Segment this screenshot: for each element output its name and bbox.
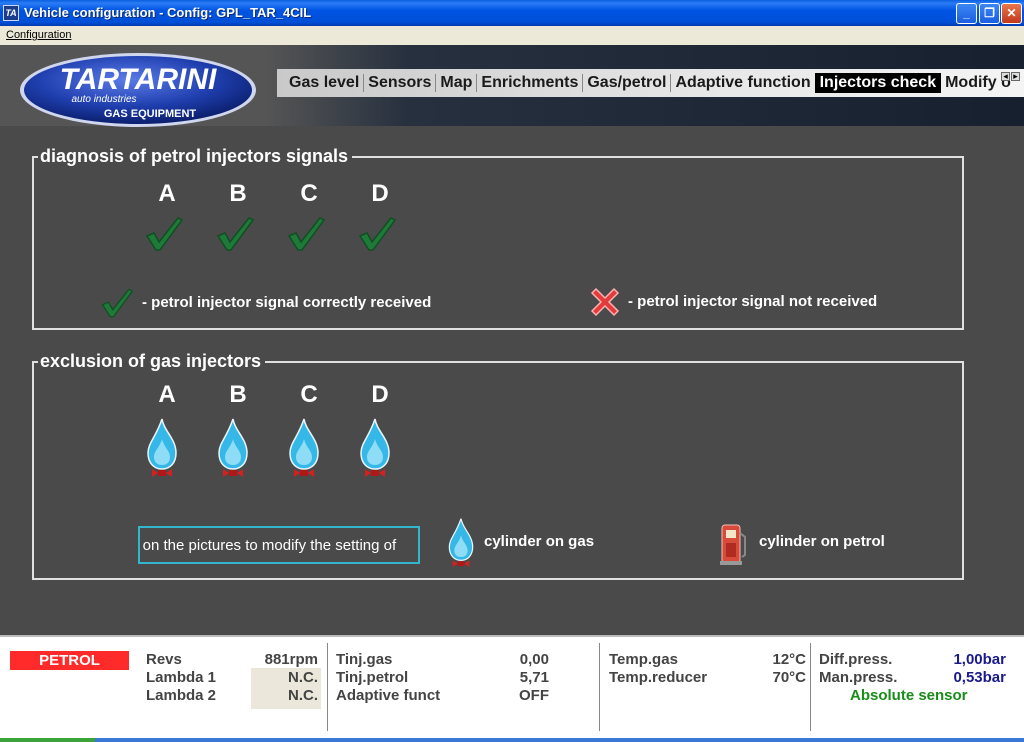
app-icon: TA <box>3 5 19 21</box>
temp-gas-label: Temp.gas <box>609 651 678 668</box>
exclusion-panel: exclusion of gas injectors A B C D Click… <box>32 351 964 580</box>
tartarini-logo: TARTARINI auto industries GAS EQUIPMENT <box>20 53 256 127</box>
check-icon <box>287 217 326 251</box>
tab-scroll-right-icon[interactable]: ▸ <box>1011 72 1020 81</box>
man-press-label: Man.press. <box>819 669 898 686</box>
logo-line2: GAS EQUIPMENT <box>104 108 197 120</box>
logo-brand: TARTARINI <box>60 63 217 96</box>
check-legend-icon <box>101 288 134 318</box>
status-divider <box>327 643 328 731</box>
tab-enrichments[interactable]: Enrichments <box>477 74 584 92</box>
gas-flame-legend-icon <box>448 518 474 567</box>
restore-icon: ❐ <box>984 6 995 20</box>
tab-adaptive-function[interactable]: Adaptive function <box>671 74 814 92</box>
revs-label: Revs <box>146 651 182 668</box>
tinj-gas-value: 0,00 <box>519 651 549 668</box>
diagnosis-panel: diagnosis of petrol injectors signals A … <box>32 146 964 330</box>
tabs: Gas level Sensors Map Enrichments Gas/petrol… <box>285 73 1015 93</box>
adaptive-value: OFF <box>519 687 549 704</box>
check-icon <box>358 217 397 251</box>
temp-reducer-value: 70°C <box>772 669 806 686</box>
lambda1-label: Lambda 1 <box>146 669 217 686</box>
legend-gas-text: cylinder on gas <box>484 533 595 550</box>
logo-line1: auto industries <box>71 94 136 105</box>
tab-scroll-left-icon[interactable]: ◂ <box>1001 72 1010 81</box>
hint-marquee: Click on the pictures to modify the sett… <box>138 526 420 564</box>
man-press-value: 0,53bar <box>953 669 1006 686</box>
tabs-bar: Gas level Sensors Map Enrichments Gas/petrol… <box>277 69 1024 97</box>
petrol-pump-icon <box>720 524 746 565</box>
main-area: TARTARINI auto industries GAS EQUIPMENT … <box>0 45 1024 635</box>
cross-icon <box>590 287 620 317</box>
tab-scroll: ◂ ▸ <box>1000 71 1020 81</box>
minimize-icon: _ <box>963 6 970 20</box>
gas-flame-icon-a[interactable] <box>144 417 180 477</box>
diag-letter-a: A <box>158 180 176 207</box>
temp-gas-value: 12°C <box>772 651 806 668</box>
legend-petrol-text: cylinder on petrol <box>759 533 885 550</box>
menu-configuration[interactable]: Configuration <box>6 29 71 41</box>
close-icon: ✕ <box>1006 6 1017 20</box>
tab-gas-petrol[interactable]: Gas/petrol <box>583 74 672 92</box>
tab-gas-level[interactable]: Gas level <box>285 74 365 92</box>
exclusion-title: exclusion of gas injectors <box>38 351 266 372</box>
temp-reducer-label: Temp.reducer <box>609 669 708 686</box>
tinj-petrol-value: 5,71 <box>519 669 549 686</box>
diag-letter-c: C <box>300 180 318 207</box>
fuel-mode-badge: PETROL <box>10 651 129 670</box>
start-button[interactable] <box>0 738 95 742</box>
lambda2-label: Lambda 2 <box>146 687 217 704</box>
revs-value: 881rpm <box>264 651 318 668</box>
gas-flame-icon-b[interactable] <box>215 417 251 477</box>
excl-letter-c: C <box>300 381 318 408</box>
taskbar-strip <box>0 738 1024 742</box>
legend-fail-text: - petrol injector signal not received <box>628 293 878 310</box>
title-bar[interactable]: TA Vehicle configuration - Config: GPL_T… <box>0 0 1024 26</box>
check-icon <box>145 217 184 251</box>
legend-ok-text: - petrol injector signal correctly recei… <box>142 294 432 311</box>
diag-letter-d: D <box>371 180 389 207</box>
tinj-gas-label: Tinj.gas <box>336 651 393 668</box>
excl-letter-d: D <box>371 381 389 408</box>
window-title: Vehicle configuration - Config: GPL_TAR_… <box>24 5 312 20</box>
status-panel: PETROL Revs 881rpm Lambda 1 N.C. Lambda … <box>0 635 1024 742</box>
tab-sensors[interactable]: Sensors <box>364 74 437 92</box>
minimize-button[interactable]: _ <box>956 3 977 24</box>
maximize-button[interactable]: ❐ <box>979 3 1000 24</box>
status-divider <box>599 643 600 731</box>
tinj-petrol-label: Tinj.petrol <box>336 669 409 686</box>
close-button[interactable]: ✕ <box>1001 3 1022 24</box>
adaptive-label: Adaptive funct <box>336 687 441 704</box>
status-divider <box>810 643 811 731</box>
hint-text: Click on the pictures to modify the sett… <box>140 537 397 554</box>
lambda2-value: N.C. <box>288 687 318 704</box>
lambda1-value: N.C. <box>288 669 318 686</box>
menu-bar: Configuration <box>0 26 1024 45</box>
gas-flame-icon-d[interactable] <box>357 417 393 477</box>
tab-map[interactable]: Map <box>436 74 478 92</box>
diagnosis-title: diagnosis of petrol injectors signals <box>38 146 353 167</box>
diff-press-label: Diff.press. <box>819 651 893 668</box>
excl-letter-b: B <box>229 381 247 408</box>
excl-letter-a: A <box>158 381 176 408</box>
sensor-type: Absolute sensor <box>850 687 968 704</box>
diag-letter-b: B <box>229 180 247 207</box>
diff-press-value: 1,00bar <box>953 651 1006 668</box>
check-icon <box>216 217 255 251</box>
tab-injectors-check[interactable]: Injectors check <box>814 73 942 93</box>
gas-flame-icon-c[interactable] <box>286 417 322 477</box>
